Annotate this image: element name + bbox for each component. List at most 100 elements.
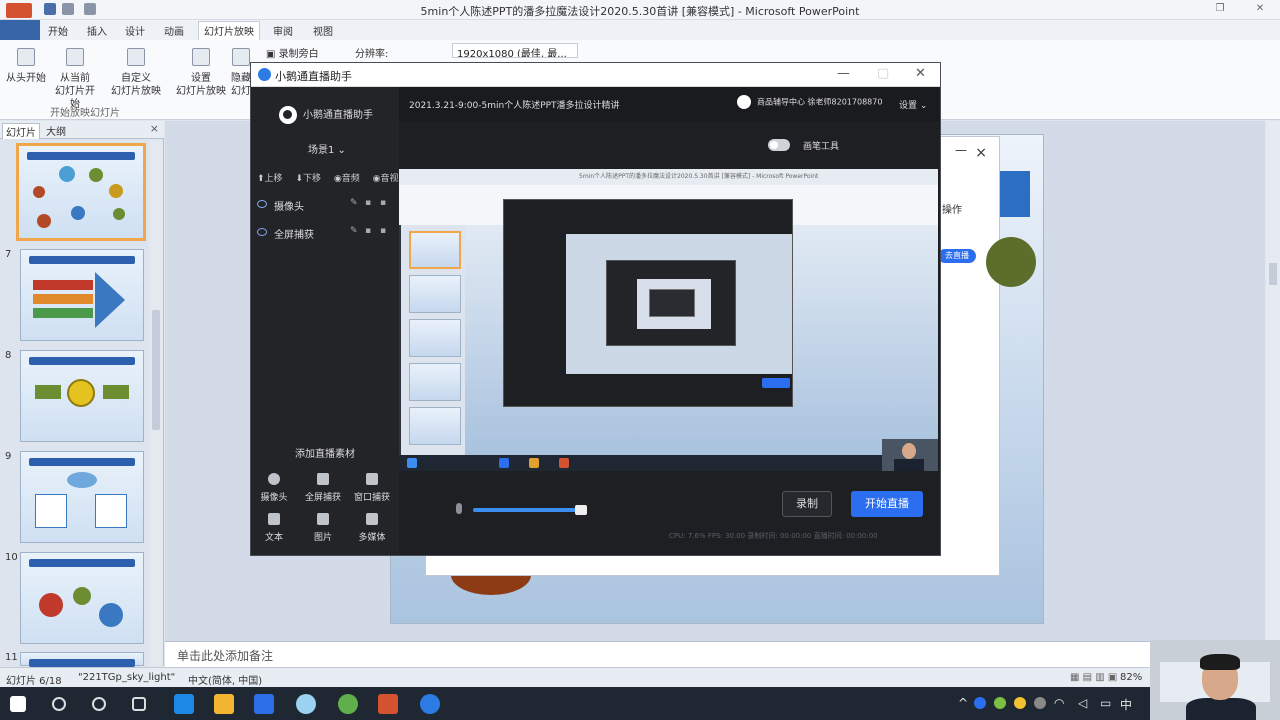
windows-start-icon[interactable]	[10, 696, 26, 712]
tab-outline[interactable]: 大纲	[46, 123, 66, 138]
restore-icon[interactable]: ❐	[1212, 2, 1228, 16]
view-buttons[interactable]: ▦ ▤ ▥ ▣	[1070, 672, 1117, 683]
volume-icon[interactable]: ◁	[1078, 696, 1087, 710]
editor-scrollbar[interactable]	[1266, 121, 1280, 666]
notes-pane[interactable]: 单击此处添加备注	[165, 641, 1265, 667]
close-icon[interactable]: ✕	[915, 66, 926, 81]
tab-insert[interactable]: 插入	[87, 23, 107, 38]
tray-icon[interactable]	[1034, 697, 1046, 709]
minimize-icon[interactable]: —	[837, 66, 850, 81]
close-icon[interactable]: ✕	[1252, 2, 1268, 16]
tray-chevron-icon[interactable]: ^	[958, 696, 968, 710]
maximize-icon[interactable]: ▢	[877, 66, 889, 81]
wifi-icon[interactable]: ◠	[1054, 696, 1064, 710]
draw-tool-toggle[interactable]	[768, 139, 790, 151]
tab-view[interactable]: 视图	[313, 23, 333, 38]
microphone-icon[interactable]	[456, 503, 462, 514]
record-button[interactable]: 录制	[782, 491, 832, 517]
slide-thumbnail-8[interactable]	[20, 350, 144, 442]
slide-thumbnail-9[interactable]	[20, 451, 144, 543]
slide-thumbnail-7[interactable]	[20, 249, 144, 341]
go-live-button[interactable]: 去直播	[938, 249, 976, 263]
eye-icon[interactable]	[257, 200, 267, 208]
display-icon[interactable]: ▭	[1100, 696, 1111, 710]
close-icon[interactable]: ×	[150, 122, 159, 135]
edit-icon[interactable]: ✎	[350, 198, 358, 208]
lock-icon[interactable]: ▪	[380, 198, 386, 208]
stream-sidebar: 小鹅通直播助手 场景1 ⌄ ⬆上移 ⬇下移 ◉音频 ◉音视 摄像头 ✎ ▪ ▪ …	[251, 87, 399, 555]
resolution-select[interactable]: 1920x1080 (最佳, 最...	[452, 43, 578, 58]
tab-home[interactable]: 开始	[48, 23, 68, 38]
file-explorer-icon[interactable]	[214, 694, 234, 714]
window-capture-tool[interactable]: 窗口捕获	[352, 473, 392, 503]
thumbnail-scrollbar[interactable]	[149, 140, 163, 666]
tab-design[interactable]: 设计	[125, 23, 145, 38]
move-up-button[interactable]: ⬆上移	[257, 174, 288, 184]
tab-review[interactable]: 审阅	[273, 23, 293, 38]
eye-icon[interactable]	[257, 228, 267, 236]
streaming-app-taskbar-icon[interactable]	[420, 694, 440, 714]
slide-shape	[73, 587, 91, 605]
close-icon[interactable]: ×	[975, 145, 987, 161]
task-view-icon[interactable]	[132, 697, 146, 711]
image-tool[interactable]: 图片	[303, 513, 343, 543]
nested-stream-window-3	[649, 289, 695, 317]
tab-slideshow[interactable]: 幻灯片放映	[198, 21, 260, 40]
slide-thumbnail-10[interactable]	[20, 552, 144, 644]
slide-shape	[109, 184, 123, 198]
audio-button[interactable]: ◉音频	[334, 174, 365, 184]
tab-animation[interactable]: 动画	[164, 23, 184, 38]
scene-select[interactable]: 场景1 ⌄	[308, 141, 346, 156]
source-item[interactable]: 全屏捕获 ✎ ▪ ▪	[257, 225, 393, 243]
delete-icon[interactable]: ▪	[365, 226, 371, 236]
stream-preview[interactable]: 5min个人陈述PPT的潘多拉魔法设计2020.5.30首讲 [兼容模式] - …	[399, 169, 938, 471]
scroll-thumb[interactable]	[1269, 263, 1277, 285]
slide-shape	[113, 208, 125, 220]
edit-icon[interactable]: ✎	[350, 226, 358, 236]
lock-icon[interactable]: ▪	[380, 226, 386, 236]
edge-icon[interactable]	[174, 694, 194, 714]
tab-slides[interactable]: 幻灯片	[2, 123, 40, 139]
source-item[interactable]: 摄像头 ✎ ▪ ▪	[257, 197, 393, 215]
slide-thumbnail-11[interactable]	[20, 652, 144, 667]
camera-tool[interactable]: 摄像头	[254, 473, 294, 503]
start-live-button[interactable]: 开始直播	[851, 491, 923, 517]
cortana-icon[interactable]	[92, 697, 106, 711]
browser-icon[interactable]	[338, 694, 358, 714]
setup-slideshow-button[interactable]: 设置 幻灯片放映	[175, 48, 227, 98]
file-tab[interactable]	[0, 20, 40, 40]
app-icon[interactable]	[254, 694, 274, 714]
tray-icon[interactable]	[974, 697, 986, 709]
hide-slide-button[interactable]: 隐藏 幻灯	[230, 48, 252, 98]
from-start-button[interactable]: 从头开始	[6, 48, 46, 85]
slide-shape	[67, 472, 97, 488]
volume-knob[interactable]	[575, 505, 587, 515]
screen-capture-tool[interactable]: 全屏捕获	[303, 473, 343, 503]
zoom-level[interactable]: 82%	[1120, 672, 1142, 683]
from-current-button[interactable]: 从当前 幻灯片开始	[52, 48, 98, 111]
account[interactable]: 商品辅导中心 徐老师8201708870	[737, 95, 882, 109]
tray-icon[interactable]	[994, 697, 1006, 709]
media-tool[interactable]: 多媒体	[352, 513, 392, 543]
record-narration-button[interactable]: ▣ 录制旁白	[266, 45, 319, 60]
ime-indicator[interactable]: 中	[1120, 696, 1132, 713]
nested-live-button	[762, 378, 790, 388]
custom-slideshow-button[interactable]: 自定义 幻灯片放映	[108, 48, 164, 98]
powerpoint-taskbar-icon[interactable]	[378, 694, 398, 714]
scroll-thumb[interactable]	[152, 310, 160, 430]
volume-slider[interactable]	[473, 505, 587, 515]
delete-icon[interactable]: ▪	[365, 198, 371, 208]
search-icon[interactable]	[52, 697, 66, 711]
slide-shape	[95, 494, 127, 528]
move-down-button[interactable]: ⬇下移	[295, 174, 326, 184]
taskbar-icon	[407, 458, 417, 468]
tray-icon[interactable]	[1014, 697, 1026, 709]
slide-thumbnail-6[interactable]	[16, 143, 146, 241]
app-icon[interactable]	[296, 694, 316, 714]
language[interactable]: 中文(简体, 中国)	[188, 672, 262, 687]
minimize-icon[interactable]: —	[955, 143, 967, 157]
settings-menu[interactable]: 设置 ⌄	[899, 98, 927, 111]
text-tool[interactable]: 文本	[254, 513, 294, 543]
add-source-label: 添加直播素材	[295, 449, 355, 460]
slide-counter: 幻灯片 6/18	[6, 676, 62, 687]
